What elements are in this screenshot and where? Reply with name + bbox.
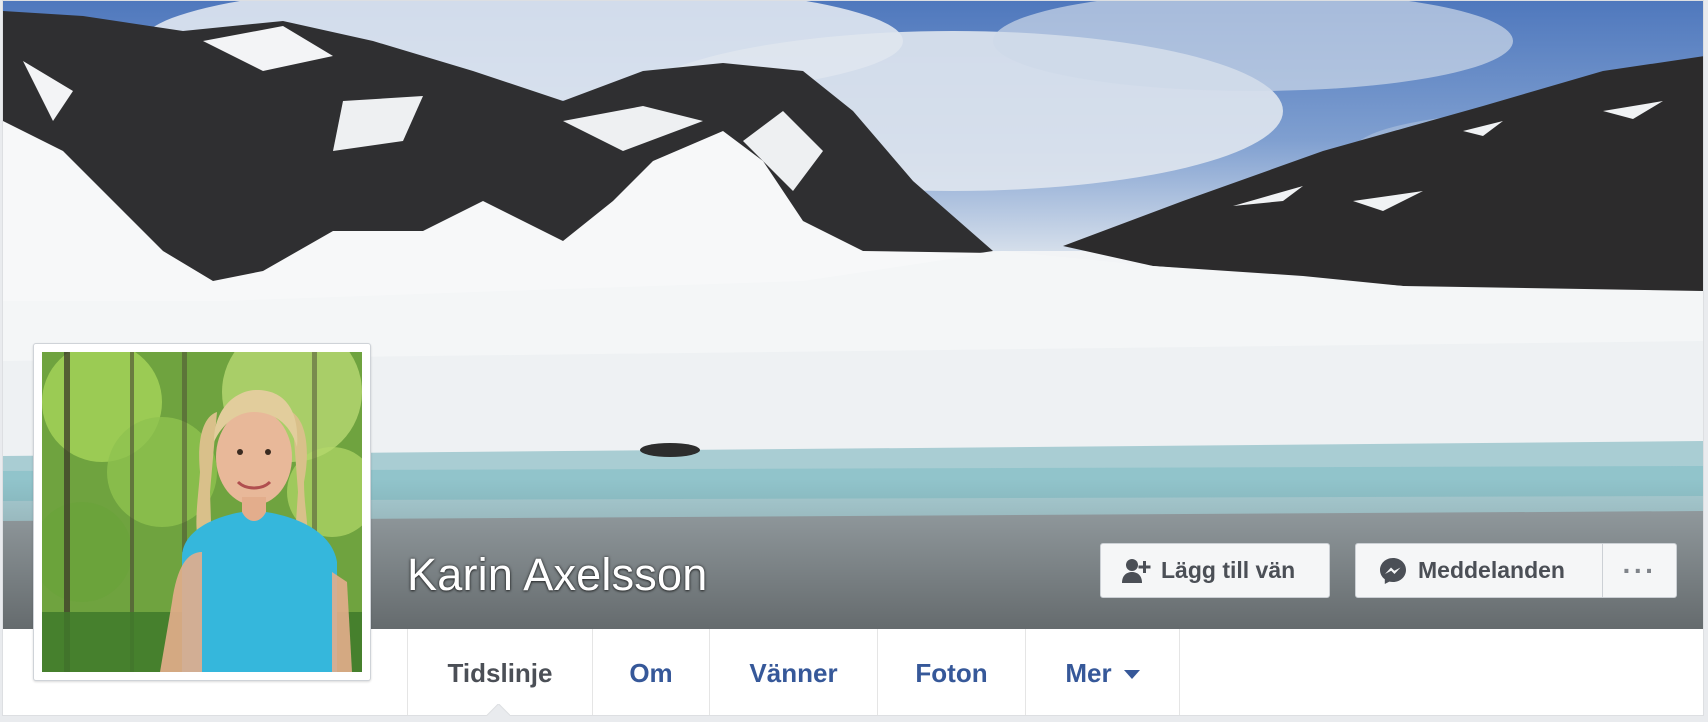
profile-picture-frame[interactable] — [33, 343, 371, 681]
profile-name: Karin Axelsson — [407, 549, 708, 600]
tab-friends-label: Vänner — [749, 657, 838, 688]
add-friend-icon — [1122, 558, 1151, 583]
caret-down-icon — [1123, 669, 1140, 679]
tab-more[interactable]: Mer — [1026, 629, 1180, 715]
add-friend-label: Lägg till vän — [1161, 557, 1296, 583]
message-button[interactable]: Meddelanden — [1356, 544, 1603, 597]
more-options-button[interactable]: ··· — [1603, 544, 1676, 597]
messenger-icon — [1380, 557, 1406, 584]
profile-picture — [42, 352, 362, 672]
add-friend-button[interactable]: Lägg till vän — [1100, 543, 1330, 598]
tab-friends[interactable]: Vänner — [710, 629, 878, 715]
active-tab-indicator — [486, 704, 510, 716]
tab-more-label: Mer — [1065, 657, 1112, 688]
tab-timeline-label: Tidslinje — [447, 657, 553, 688]
message-button-group: Meddelanden ··· — [1355, 543, 1677, 598]
tab-about-label: Om — [629, 657, 673, 688]
tab-photos-label: Foton — [915, 657, 988, 688]
avatar-photo — [42, 352, 362, 672]
tab-photos[interactable]: Foton — [878, 629, 1026, 715]
tab-timeline[interactable]: Tidslinje — [407, 629, 593, 715]
tab-about[interactable]: Om — [593, 629, 710, 715]
message-button-label: Meddelanden — [1418, 557, 1565, 583]
